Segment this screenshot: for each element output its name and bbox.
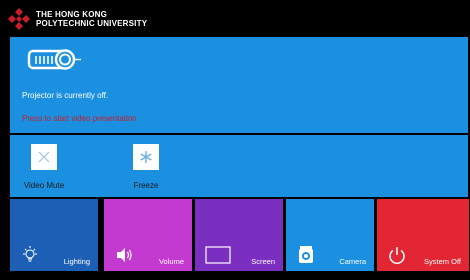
- action-tiles: Lighting Volume Screen Camera System Off: [10, 199, 470, 271]
- start-presentation-prompt: Press to start video presentation: [22, 114, 137, 123]
- freeze-icon-box: [133, 144, 159, 170]
- controls-row: Video Mute Freeze: [10, 135, 468, 197]
- freeze-button[interactable]: Freeze: [116, 135, 176, 197]
- lighting-label: Lighting: [63, 257, 90, 266]
- system-off-label: System Off: [424, 257, 461, 266]
- video-mute-icon-box: [31, 144, 57, 170]
- volume-label: Volume: [158, 257, 184, 266]
- freeze-label: Freeze: [133, 181, 159, 190]
- screen-button[interactable]: Screen: [195, 199, 283, 271]
- video-mute-button[interactable]: Video Mute: [14, 135, 74, 197]
- brand-line-2: POLYTECHNIC UNIVERSITY: [36, 19, 148, 28]
- camera-button[interactable]: Camera: [286, 199, 374, 271]
- brand-line-1: THE HONG KONG: [36, 10, 108, 19]
- camera-icon: [299, 246, 313, 263]
- camera-label: Camera: [339, 257, 366, 266]
- power-icon: [389, 247, 405, 264]
- screen-label: Screen: [251, 257, 275, 266]
- polyu-logo-icon: [8, 8, 30, 30]
- screen-icon: [205, 246, 231, 264]
- projector-icon: [27, 49, 81, 70]
- video-mute-label: Video Mute: [23, 181, 65, 190]
- lighting-button[interactable]: Lighting: [10, 199, 98, 271]
- brand-name: THE HONG KONG POLYTECHNIC UNIVERSITY: [36, 10, 147, 28]
- system-off-button[interactable]: System Off: [377, 199, 469, 271]
- speaker-icon: [117, 248, 132, 262]
- snowflake-icon: [140, 151, 152, 163]
- projector-status: Projector is currently off.: [22, 91, 109, 100]
- projector-panel[interactable]: Projector is currently off. Press to sta…: [10, 37, 468, 133]
- close-icon: [38, 151, 50, 163]
- header-bar: THE HONG KONG POLYTECHNIC UNIVERSITY: [0, 0, 470, 36]
- volume-button[interactable]: Volume: [104, 199, 192, 271]
- lightbulb-icon: [23, 246, 37, 262]
